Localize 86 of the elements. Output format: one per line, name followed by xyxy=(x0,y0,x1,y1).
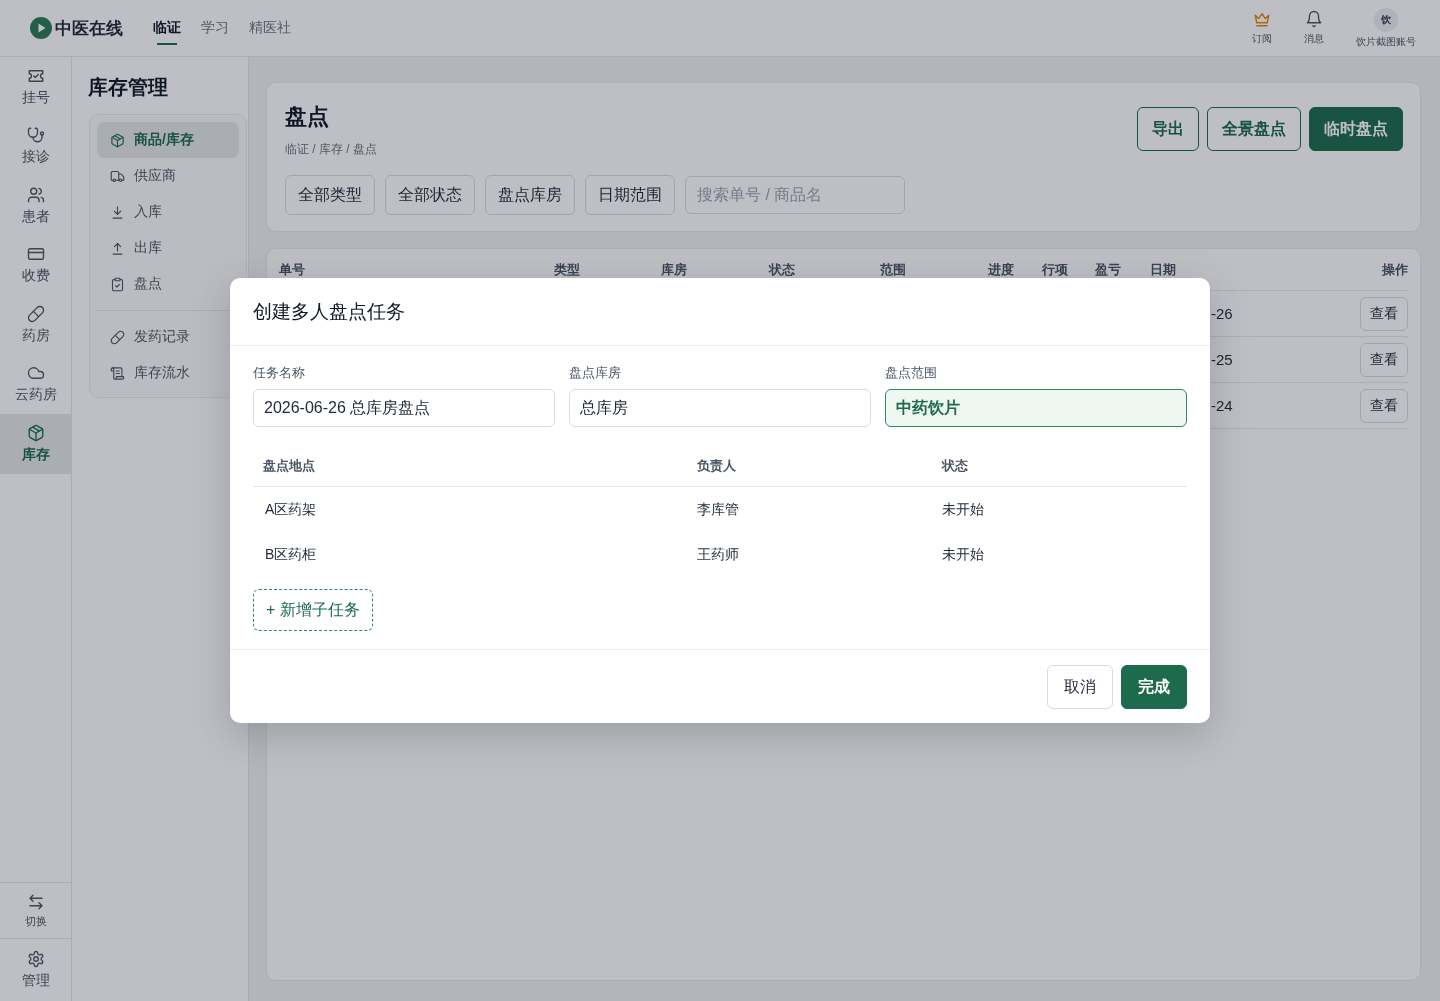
view-button[interactable]: 查看 xyxy=(1360,296,1408,331)
sidebar-item[interactable]: 供应商 xyxy=(97,158,229,194)
account-button[interactable]: 饮 饮片截图账号 xyxy=(1356,7,1416,49)
column-header: 进度 xyxy=(988,260,1014,279)
sidebar-item[interactable]: 出库 xyxy=(97,230,229,266)
sidebar-item[interactable]: 库存流水 xyxy=(97,355,229,391)
breadcrumb: 临证 / 库存 / 盘点 xyxy=(285,141,377,158)
nav-rail-item[interactable]: 库存 xyxy=(0,414,71,474)
add-subtask-button[interactable]: + 新增子任务 xyxy=(253,589,373,631)
pill-icon xyxy=(110,329,125,345)
truck-icon xyxy=(110,168,125,184)
primary-button[interactable]: 临时盘点 xyxy=(1309,107,1403,151)
filter-button[interactable]: 全部类型 xyxy=(285,175,375,215)
table-cell: -25 xyxy=(1211,351,1233,368)
column-header: 行项 xyxy=(1042,260,1068,279)
sidebar-item[interactable]: 发药记录 xyxy=(97,319,229,355)
text-field[interactable]: 中药饮片 xyxy=(885,389,1187,427)
nav-rail-item[interactable]: 收费 xyxy=(0,235,71,295)
column-header: 状态 xyxy=(769,260,795,279)
nav-rail-item[interactable]: 接诊 xyxy=(0,116,71,176)
column-header: 库房 xyxy=(661,260,687,279)
table-cell-text: 未开始 xyxy=(941,545,985,564)
text-field[interactable]: 总库房 xyxy=(569,389,871,427)
confirm-button[interactable]: 完成 xyxy=(1121,665,1187,709)
table-cell-text: B区药柜 xyxy=(264,545,318,564)
filter-button[interactable]: 盘点库房 xyxy=(485,175,575,215)
app-name: 中医在线 xyxy=(55,17,123,40)
arrow-up-icon xyxy=(110,240,125,256)
dialog-title: 创建多人盘点任务 xyxy=(253,299,405,324)
nav-rail-item[interactable]: 患者 xyxy=(0,176,71,236)
nav-tab[interactable]: 临证 xyxy=(153,0,181,56)
nav-rail-item[interactable]: 药房 xyxy=(0,295,71,355)
column-header: 状态 xyxy=(940,457,969,475)
scroll-icon xyxy=(110,365,125,381)
sidebar-item[interactable]: 盘点 xyxy=(97,266,229,302)
pill-icon xyxy=(26,304,45,323)
table-cell-text: 王药师 xyxy=(696,545,740,564)
column-header: 范围 xyxy=(880,260,906,279)
sidebar-item[interactable]: 商品/库存 xyxy=(97,122,239,158)
bell-icon xyxy=(1305,10,1323,28)
text-field[interactable]: 2026-06-26 总库房盘点 xyxy=(253,389,555,427)
column-header: 类型 xyxy=(554,260,580,279)
search-field[interactable]: 搜索单号 / 商品名 xyxy=(685,176,905,214)
column-header: 单号 xyxy=(279,260,305,279)
box-icon xyxy=(26,423,45,442)
table-cell-text: 李库管 xyxy=(696,500,740,519)
clipboard-check-icon xyxy=(110,276,125,292)
field-label: 任务名称 xyxy=(253,365,306,381)
table-cell: -24 xyxy=(1211,397,1233,414)
switch-button[interactable]: 切换 xyxy=(0,882,71,938)
cancel-button[interactable]: 取消 xyxy=(1047,665,1113,709)
column-header: 操作 xyxy=(1382,260,1408,279)
page-title: 盘点 xyxy=(285,103,330,131)
table-cell-text: A区药架 xyxy=(264,500,318,519)
box-icon xyxy=(110,132,125,148)
settings-icon xyxy=(26,950,45,968)
sidebar-item[interactable]: 入库 xyxy=(97,194,229,230)
field-label: 盘点范围 xyxy=(885,365,938,381)
nav-rail-item[interactable]: 云药房 xyxy=(0,354,71,414)
table-cell: -26 xyxy=(1211,305,1233,322)
settings-button[interactable]: 管理 xyxy=(0,938,71,1001)
column-header: 盈亏 xyxy=(1095,260,1121,279)
filter-button[interactable]: 日期范围 xyxy=(585,175,675,215)
view-button[interactable]: 查看 xyxy=(1360,342,1408,377)
outline-button[interactable]: 导出 xyxy=(1137,107,1199,151)
subscribe-button[interactable]: 订阅 xyxy=(1244,10,1280,46)
crown-icon xyxy=(1253,10,1271,28)
logo-icon xyxy=(30,17,52,39)
column-header: 负责人 xyxy=(696,457,737,475)
users-icon xyxy=(26,185,45,204)
table-cell-text: 未开始 xyxy=(941,500,985,519)
column-header: 日期 xyxy=(1150,260,1176,279)
nav-tab[interactable]: 精医社 xyxy=(249,0,291,56)
stethoscope-icon xyxy=(26,126,45,145)
column-header: 盘点地点 xyxy=(262,457,316,475)
arrow-down-icon xyxy=(110,204,125,220)
nav-rail-item[interactable]: 挂号 xyxy=(0,57,71,117)
filter-button[interactable]: 全部状态 xyxy=(385,175,475,215)
outline-button[interactable]: 全景盘点 xyxy=(1207,107,1301,151)
field-label: 盘点库房 xyxy=(569,365,622,381)
swap-arrows-icon xyxy=(26,892,45,911)
notifications-button[interactable]: 消息 xyxy=(1296,10,1332,46)
view-button[interactable]: 查看 xyxy=(1360,388,1408,423)
avatar: 饮 xyxy=(1374,7,1398,32)
section-title: 库存管理 xyxy=(88,75,169,100)
nav-tab[interactable]: 学习 xyxy=(201,0,229,56)
